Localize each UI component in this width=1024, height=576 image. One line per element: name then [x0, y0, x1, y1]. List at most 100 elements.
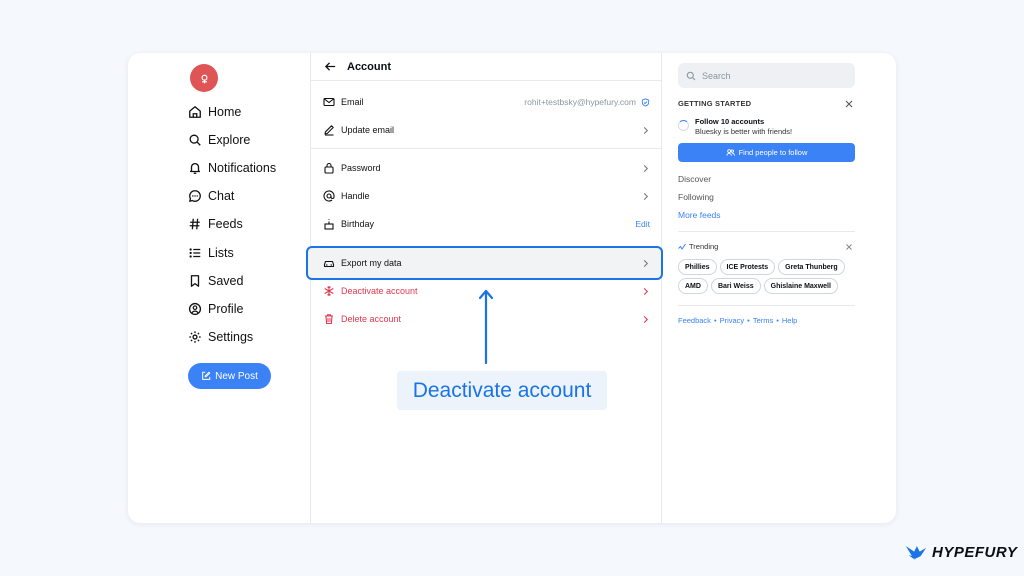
- footer-links: Feedback • Privacy • Terms • Help: [678, 316, 797, 325]
- trending-chip[interactable]: Greta Thunberg: [778, 259, 845, 275]
- new-post-button[interactable]: New Post: [188, 363, 271, 389]
- trending-icon: [678, 243, 686, 250]
- sidebar-divider: [678, 305, 855, 306]
- nav-item-chat[interactable]: Chat: [188, 185, 234, 207]
- back-arrow-icon[interactable]: [324, 60, 337, 73]
- new-post-label: New Post: [215, 370, 258, 382]
- brand-name: HYPEFURY: [932, 544, 1018, 561]
- trending-label: Trending: [689, 242, 719, 251]
- nav-item-notifications[interactable]: Notifications: [188, 157, 276, 179]
- footer-separator: •: [747, 316, 750, 325]
- nav-label: Profile: [208, 302, 244, 316]
- task-subtitle: Bluesky is better with friends!: [695, 127, 793, 136]
- lock-icon: [324, 162, 334, 174]
- left-nav: Home Explore Notifications Chat Feeds Li…: [128, 53, 310, 523]
- footer-separator: •: [776, 316, 779, 325]
- export-data-label: Export my data: [341, 258, 402, 268]
- nav-label: Explore: [208, 133, 251, 147]
- close-icon[interactable]: [845, 100, 853, 108]
- search-icon: [686, 71, 696, 80]
- birthday-edit-link[interactable]: Edit: [635, 219, 650, 229]
- footer-link-terms[interactable]: Terms: [753, 316, 773, 325]
- search-icon: [189, 134, 201, 146]
- trash-icon: [325, 314, 333, 325]
- right-sidebar: Search GETTING STARTED Follow 10 account…: [678, 53, 856, 523]
- feed-link-discover[interactable]: Discover: [678, 174, 711, 184]
- trending-chip[interactable]: Ghislaine Maxwell: [763, 278, 838, 294]
- trending-chip[interactable]: Bari Weiss: [710, 278, 761, 294]
- section-divider: [311, 148, 662, 149]
- gear-icon: [189, 331, 201, 343]
- email-value: rohit+testbsky@hypefury.com: [524, 97, 636, 107]
- nav-item-home[interactable]: Home: [188, 101, 241, 123]
- profile-icon: [188, 302, 202, 316]
- trending-chip[interactable]: ICE Protests: [719, 259, 776, 275]
- footer-link-feedback[interactable]: Feedback: [678, 316, 711, 325]
- feed-link-following[interactable]: Following: [678, 192, 714, 202]
- footer-link-privacy[interactable]: Privacy: [720, 316, 745, 325]
- chevron-right-icon: [643, 287, 649, 295]
- callout-label: Deactivate account: [397, 371, 607, 410]
- find-people-button[interactable]: Find people to follow: [678, 143, 855, 162]
- getting-started-header: GETTING STARTED: [678, 99, 853, 108]
- search-input[interactable]: Search: [678, 63, 855, 88]
- nav-label: Notifications: [208, 161, 277, 175]
- nav-label: Lists: [208, 246, 234, 260]
- compose-icon: [202, 371, 211, 380]
- verified-shield-icon: [641, 97, 650, 107]
- email-label: Email: [341, 97, 364, 107]
- at-sign-icon: [323, 190, 335, 202]
- footer-link-help[interactable]: Help: [782, 316, 797, 325]
- home-icon: [189, 106, 201, 118]
- people-icon: [726, 149, 735, 156]
- email-row[interactable]: Email rohit+testbsky@hypefury.com: [311, 88, 662, 116]
- brand-logo: HYPEFURY: [905, 544, 1017, 561]
- chevron-right-icon: [643, 315, 649, 323]
- follow-task: Follow 10 accounts Bluesky is better wit…: [678, 117, 792, 136]
- export-data-row[interactable]: Export my data: [311, 249, 662, 277]
- progress-ring-icon: [678, 120, 689, 131]
- nav-item-profile[interactable]: Profile: [188, 298, 243, 320]
- birthday-label: Birthday: [341, 219, 375, 229]
- chevron-right-icon: [643, 126, 649, 134]
- task-title: Follow 10 accounts: [695, 117, 765, 126]
- nav-label: Home: [208, 105, 242, 119]
- avatar[interactable]: [190, 64, 218, 92]
- handle-row[interactable]: Handle: [311, 182, 662, 210]
- trending-chip[interactable]: Phillies: [678, 259, 717, 275]
- update-email-label: Update email: [341, 125, 395, 135]
- trending-chip[interactable]: AMD: [678, 278, 708, 294]
- find-people-label: Find people to follow: [738, 148, 808, 157]
- update-email-row[interactable]: Update email: [311, 116, 662, 144]
- pencil-icon: [324, 125, 334, 136]
- nav-item-saved[interactable]: Saved: [188, 270, 243, 292]
- nav-item-lists[interactable]: Lists: [188, 242, 234, 264]
- list-icon: [189, 248, 201, 258]
- nav-label: Chat: [208, 189, 235, 203]
- hypefury-bird-icon: [905, 546, 927, 560]
- chevron-right-icon: [643, 259, 649, 267]
- nav-label: Settings: [208, 330, 254, 344]
- nav-item-settings[interactable]: Settings: [188, 326, 253, 348]
- birthday-row[interactable]: Birthday Edit: [311, 210, 662, 238]
- close-icon[interactable]: [845, 243, 853, 251]
- password-label: Password: [341, 163, 381, 173]
- footer-separator: •: [713, 316, 717, 325]
- nav-label: Saved: [208, 274, 244, 288]
- envelope-icon: [323, 97, 335, 107]
- hash-icon: [189, 218, 200, 230]
- feed-link-more[interactable]: More feeds: [678, 210, 721, 220]
- chevron-right-icon: [643, 164, 649, 172]
- chevron-right-icon: [643, 192, 649, 200]
- flower-icon: [200, 74, 208, 83]
- bell-icon: [189, 162, 201, 174]
- sidebar-divider: [678, 231, 855, 232]
- export-highlight-wrap: Export my data: [306, 246, 663, 280]
- nav-item-feeds[interactable]: Feeds: [188, 213, 243, 235]
- pointer-arrow-icon: [479, 289, 493, 364]
- nav-item-explore[interactable]: Explore: [188, 129, 250, 151]
- password-row[interactable]: Password: [311, 154, 662, 182]
- cake-icon: [324, 219, 334, 230]
- page-title: Account: [347, 60, 391, 73]
- search-placeholder: Search: [702, 70, 731, 81]
